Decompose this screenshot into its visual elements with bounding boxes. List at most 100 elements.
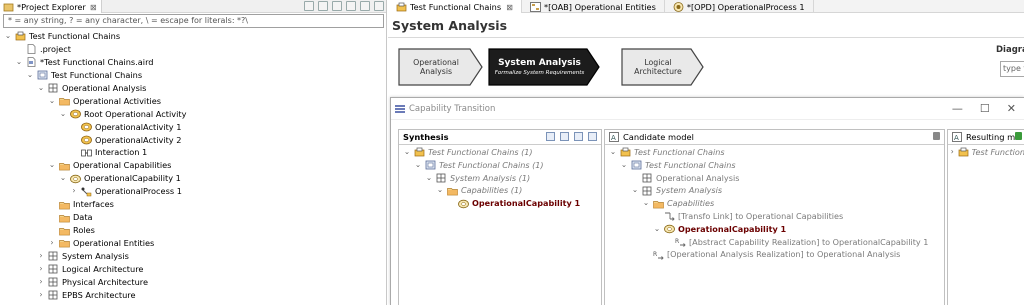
tree-item[interactable]: ⌄ System Analysis (1) [399,172,601,185]
tree-item[interactable]: › Test Function [948,146,1024,159]
tree-item[interactable]: ⌄ Operational Activities [0,95,386,108]
tree-item[interactable]: OperationalCapability 1 [399,197,601,210]
tree-item[interactable]: › Operational Entities [0,237,386,250]
svg-text:A: A [611,134,616,142]
chevron-down-icon[interactable]: ⌄ [630,184,640,197]
resulting-header: A Resulting m [948,130,1024,145]
expand-all-icon[interactable] [560,132,569,141]
tree-item[interactable]: ⌄ OperationalCapability 1 [605,223,944,236]
link-with-editor-icon[interactable] [318,1,328,11]
tree-item[interactable]: › Physical Architecture [0,276,386,289]
tree-item[interactable]: ⌄ *Test Functional Chains.aird [0,56,386,69]
activity-icon [81,135,92,145]
chevron-down-icon[interactable]: ⌄ [36,82,46,95]
chevron-down-icon[interactable]: ⌄ [25,69,35,82]
minimize-icon[interactable]: — [952,102,963,115]
editor-tab[interactable]: *[OPD] OperationalProcess 1 [665,0,814,13]
chevron-down-icon[interactable]: ⌄ [641,197,651,210]
diagrams-filter-input[interactable]: type t [1000,61,1024,77]
chevron-right-icon[interactable]: › [36,250,46,263]
filter-icon[interactable] [332,1,342,11]
editor-tab[interactable]: *[OAB] Operational Entities [522,0,665,13]
folder-icon [59,238,70,248]
tree-item[interactable]: ⌄ OperationalCapability 1 [0,172,386,185]
tree-item[interactable]: Operational Analysis [605,172,944,185]
tree-item[interactable]: OperationalActivity 1 [0,121,386,134]
project-icon [15,31,26,41]
save-icon[interactable] [1015,132,1022,140]
interaction-icon [81,148,92,158]
close-icon[interactable]: ⊠ [506,2,513,12]
tree-item[interactable]: ⌄ Test Functional Chains [0,30,386,43]
tree-item-label: *Test Functional Chains.aird [40,56,154,67]
tree-item[interactable]: ⌄ Test Functional Chains [605,159,944,172]
chevron-down-icon[interactable]: ⌄ [3,30,13,43]
tree-item[interactable]: ⌄ Test Functional Chains [605,146,944,159]
chevron-down-icon[interactable]: ⌄ [435,184,445,197]
realization-icon: R [675,237,686,247]
tree-item-label: Root Operational Activity [84,108,187,119]
tree-item[interactable]: ⌄ Operational Capabilities [0,159,386,172]
filter-icon[interactable] [546,132,555,141]
tree-item-label: OperationalCapability 1 [678,223,787,234]
chevron-right-icon[interactable]: › [36,263,46,276]
collapse-all-icon[interactable] [304,1,314,11]
chevron-right-icon[interactable]: › [949,146,956,159]
chevron-right-icon[interactable]: › [47,237,57,250]
editor-tab[interactable]: Test Functional Chains ⊠ [388,0,522,13]
step-system-analysis[interactable]: System Analysis Formalize System Requirem… [488,47,601,87]
tree-item[interactable]: .project [0,43,386,56]
close-icon[interactable]: ✕ [1007,102,1016,115]
step-logical-architecture[interactable]: Logical Architecture [621,47,705,87]
chevron-down-icon[interactable]: ⌄ [47,95,57,108]
chevron-down-icon[interactable]: ⌄ [608,146,618,159]
candidate-header: A Candidate model [605,130,944,145]
collapse-all-icon[interactable] [574,132,583,141]
project-explorer-tab[interactable]: *Project Explorer ⊠ [0,0,102,13]
tree-item[interactable]: R [Operational Analysis Realization] to O… [605,248,944,261]
tree-item[interactable]: ⌄ Operational Analysis [0,82,386,95]
chevron-right-icon[interactable]: › [69,185,79,198]
capability-icon [458,199,469,209]
chevron-down-icon[interactable]: ⌄ [402,146,412,159]
tree-item[interactable]: Interaction 1 [0,146,386,159]
chevron-down-icon[interactable]: ⌄ [47,159,57,172]
chevron-right-icon[interactable]: › [36,276,46,289]
tree-item[interactable]: [Transfo Link] to Operational Capabiliti… [605,210,944,223]
layer-icon [48,277,59,287]
chevron-right-icon[interactable]: › [36,289,46,302]
chevron-down-icon[interactable]: ⌄ [652,223,662,236]
view-menu-icon[interactable] [588,132,597,141]
chevron-down-icon[interactable]: ⌄ [58,108,68,121]
tree-item[interactable]: ⌄ Capabilities (1) [399,184,601,197]
tree-item[interactable]: OperationalActivity 2 [0,134,386,147]
maximize-icon[interactable] [374,1,384,11]
tree-item[interactable]: ⌄ Test Functional Chains (1) [399,146,601,159]
tree-item[interactable]: › Logical Architecture [0,263,386,276]
tree-item[interactable]: ⌄ Capabilities [605,197,944,210]
tree-item[interactable]: Roles [0,224,386,237]
tree-item[interactable]: Interfaces [0,198,386,211]
tree-item[interactable]: R [Abstract Capability Realization] to Op… [605,236,944,249]
chevron-down-icon[interactable]: ⌄ [58,172,68,185]
chevron-down-icon[interactable]: ⌄ [14,56,24,69]
tree-item[interactable]: ⌄ Test Functional Chains [0,69,386,82]
process-icon [81,187,92,197]
view-menu-icon[interactable] [346,1,356,11]
chevron-down-icon[interactable]: ⌄ [424,172,434,185]
chevron-down-icon[interactable]: ⌄ [619,159,629,172]
tree-item[interactable]: Data [0,211,386,224]
minimize-icon[interactable] [360,1,370,11]
close-icon[interactable]: ⊠ [90,2,97,12]
maximize-icon[interactable]: ☐ [980,102,990,115]
tree-item[interactable]: › EPBS Architecture [0,289,386,302]
filter-input[interactable]: * = any string, ? = any character, \ = e… [3,14,384,28]
tree-item[interactable]: ⌄ System Analysis [605,184,944,197]
tree-item[interactable]: › OperationalProcess 1 [0,185,386,198]
tree-item[interactable]: › System Analysis [0,250,386,263]
chevron-down-icon[interactable]: ⌄ [413,159,423,172]
tree-item-label: Logical Architecture [62,263,144,274]
tree-item[interactable]: ⌄ Root Operational Activity [0,108,386,121]
tree-item[interactable]: ⌄ Test Functional Chains (1) [399,159,601,172]
step-operational-analysis[interactable]: Operational Analysis [398,47,484,87]
